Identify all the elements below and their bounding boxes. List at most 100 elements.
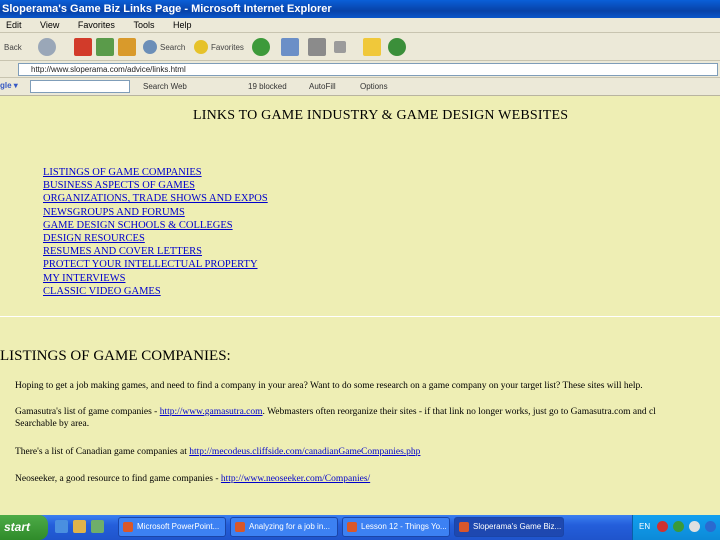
menu-item-favorites[interactable]: Favorites — [78, 18, 115, 33]
link-design-resources[interactable]: DESIGN RESOURCES — [43, 232, 268, 245]
menu-bar: Edit View Favorites Tools Help — [0, 18, 720, 33]
ie-icon[interactable] — [55, 520, 68, 533]
home-button[interactable] — [118, 37, 136, 57]
tray-network-icon[interactable] — [673, 521, 684, 532]
autofill-button[interactable]: AutoFill — [309, 81, 336, 93]
options-button[interactable]: Options — [360, 81, 388, 93]
start-label: start — [4, 520, 31, 534]
messenger-button[interactable] — [388, 37, 406, 57]
section-divider — [0, 316, 720, 317]
back-label: Back — [4, 42, 22, 52]
print-icon — [308, 38, 326, 56]
search-icon — [143, 40, 157, 54]
star-icon — [194, 40, 208, 54]
link-business-aspects[interactable]: BUSINESS ASPECTS OF GAMES — [43, 179, 268, 192]
history-icon — [252, 38, 270, 56]
window-title: Sloperama's Game Biz Links Page - Micros… — [2, 3, 332, 15]
tray-volume-icon[interactable] — [689, 521, 700, 532]
section-title: LISTINGS OF GAME COMPANIES: — [0, 348, 231, 364]
system-tray: EN — [632, 515, 720, 540]
home-icon — [118, 38, 136, 56]
print-button[interactable] — [308, 37, 326, 57]
outlook-icon[interactable] — [73, 520, 86, 533]
forward-arrow-icon — [38, 38, 56, 56]
tray-alert-icon[interactable] — [657, 521, 668, 532]
taskbar-item-sloperama[interactable]: Sloperama's Game Biz... — [454, 517, 564, 537]
task-label: Lesson 12 - Things Yo... — [361, 522, 447, 531]
options-label: Options — [360, 82, 388, 91]
gamasutra-text-3: Searchable by area. — [15, 419, 90, 429]
refresh-icon — [96, 38, 114, 56]
menu-item-tools[interactable]: Tools — [133, 18, 154, 33]
edit-icon — [334, 41, 346, 53]
canadian-companies-link[interactable]: http://mecodeus.cliffside.com/canadianGa… — [189, 447, 420, 457]
taskbar-item-analyzing[interactable]: Analyzing for a job in... — [230, 517, 338, 537]
taskbar-item-powerpoint[interactable]: Microsoft PowerPoint... — [118, 517, 226, 537]
canadian-text: There's a list of Canadian game companie… — [15, 447, 190, 457]
search-button[interactable]: Search — [143, 37, 185, 57]
address-bar: http://www.sloperama.com/advice/links.ht… — [0, 61, 720, 78]
google-toolbar: gle ▾ Search Web 19 blocked AutoFill Opt… — [0, 78, 720, 96]
stop-icon — [74, 38, 92, 56]
back-button[interactable]: Back — [4, 37, 22, 57]
canadian-paragraph: There's a list of Canadian game companie… — [15, 446, 420, 458]
desktop-icon[interactable] — [91, 520, 104, 533]
browser-toolbar: Back Search Favorites — [0, 33, 720, 61]
search-web-button[interactable]: Search Web — [143, 81, 187, 93]
link-classic-video-games[interactable]: CLASSIC VIDEO GAMES — [43, 285, 268, 298]
page-title: LINKS TO GAME INDUSTRY & GAME DESIGN WEB… — [193, 108, 569, 123]
mail-icon — [281, 38, 299, 56]
google-logo[interactable]: gle ▾ — [0, 80, 18, 92]
gamasutra-paragraph: Gamasutra's list of game companies - htt… — [15, 406, 656, 430]
stop-button[interactable] — [74, 37, 92, 57]
link-newsgroups-forums[interactable]: NEWSGROUPS AND FORUMS — [43, 206, 268, 219]
intro-paragraph: Hoping to get a job making games, and ne… — [15, 380, 643, 392]
folder-button[interactable] — [363, 37, 381, 57]
link-resumes[interactable]: RESUMES AND COVER LETTERS — [43, 245, 268, 258]
menu-item-edit[interactable]: Edit — [6, 18, 22, 33]
address-input[interactable]: http://www.sloperama.com/advice/links.ht… — [18, 63, 718, 76]
quick-launch — [55, 520, 104, 533]
popup-blocked-button[interactable]: 19 blocked — [248, 81, 287, 93]
task-label: Sloperama's Game Biz... — [473, 522, 562, 531]
menu-item-help[interactable]: Help — [173, 18, 192, 33]
taskbar-item-lesson[interactable]: Lesson 12 - Things Yo... — [342, 517, 450, 537]
messenger-icon — [388, 38, 406, 56]
forward-button[interactable] — [38, 37, 56, 57]
gamasutra-text-2: . Webmasters often reorganize their site… — [262, 407, 656, 417]
folder-icon — [363, 38, 381, 56]
windows-taskbar: start Microsoft PowerPoint... Analyzing … — [0, 515, 720, 540]
link-intellectual-property[interactable]: PROTECT YOUR INTELLECTUAL PROPERTY — [43, 258, 268, 271]
tray-app-icon[interactable] — [705, 521, 716, 532]
search-label: Search — [160, 42, 186, 52]
link-organizations-trade-shows[interactable]: ORGANIZATIONS, TRADE SHOWS AND EXPOS — [43, 192, 268, 205]
page-content: LINKS TO GAME INDUSTRY & GAME DESIGN WEB… — [0, 96, 720, 515]
autofill-label: AutoFill — [309, 82, 336, 91]
google-search-input[interactable] — [30, 80, 130, 93]
favorites-label: Favorites — [211, 42, 244, 52]
popup-blocked-label: 19 blocked — [248, 82, 287, 91]
window-title-bar: Sloperama's Game Biz Links Page - Micros… — [0, 0, 720, 18]
start-button[interactable]: start — [0, 515, 48, 540]
neoseeker-text: Neoseeker, a good resource to find game … — [15, 474, 221, 484]
task-label: Microsoft PowerPoint... — [137, 522, 220, 531]
intro-text: Hoping to get a job making games, and ne… — [15, 381, 643, 391]
link-game-companies[interactable]: LISTINGS OF GAME COMPANIES — [43, 166, 268, 179]
gamasutra-text: Gamasutra's list of game companies - — [15, 407, 160, 417]
favorites-button[interactable]: Favorites — [194, 37, 244, 57]
link-list: LISTINGS OF GAME COMPANIES BUSINESS ASPE… — [43, 166, 268, 298]
language-indicator[interactable]: EN — [639, 522, 650, 531]
address-url: http://www.sloperama.com/advice/links.ht… — [31, 65, 186, 74]
refresh-button[interactable] — [96, 37, 114, 57]
history-button[interactable] — [252, 37, 270, 57]
menu-item-view[interactable]: View — [40, 18, 59, 33]
link-my-interviews[interactable]: MY INTERVIEWS — [43, 272, 268, 285]
link-game-design-schools[interactable]: GAME DESIGN SCHOOLS & COLLEGES — [43, 219, 268, 232]
search-web-label: Search Web — [143, 82, 187, 91]
edit-button[interactable] — [334, 37, 346, 57]
task-label: Analyzing for a job in... — [249, 522, 330, 531]
neoseeker-paragraph: Neoseeker, a good resource to find game … — [15, 473, 370, 485]
gamasutra-link[interactable]: http://www.gamasutra.com — [160, 407, 263, 417]
neoseeker-link[interactable]: http://www.neoseeker.com/Companies/ — [221, 474, 370, 484]
mail-button[interactable] — [281, 37, 299, 57]
